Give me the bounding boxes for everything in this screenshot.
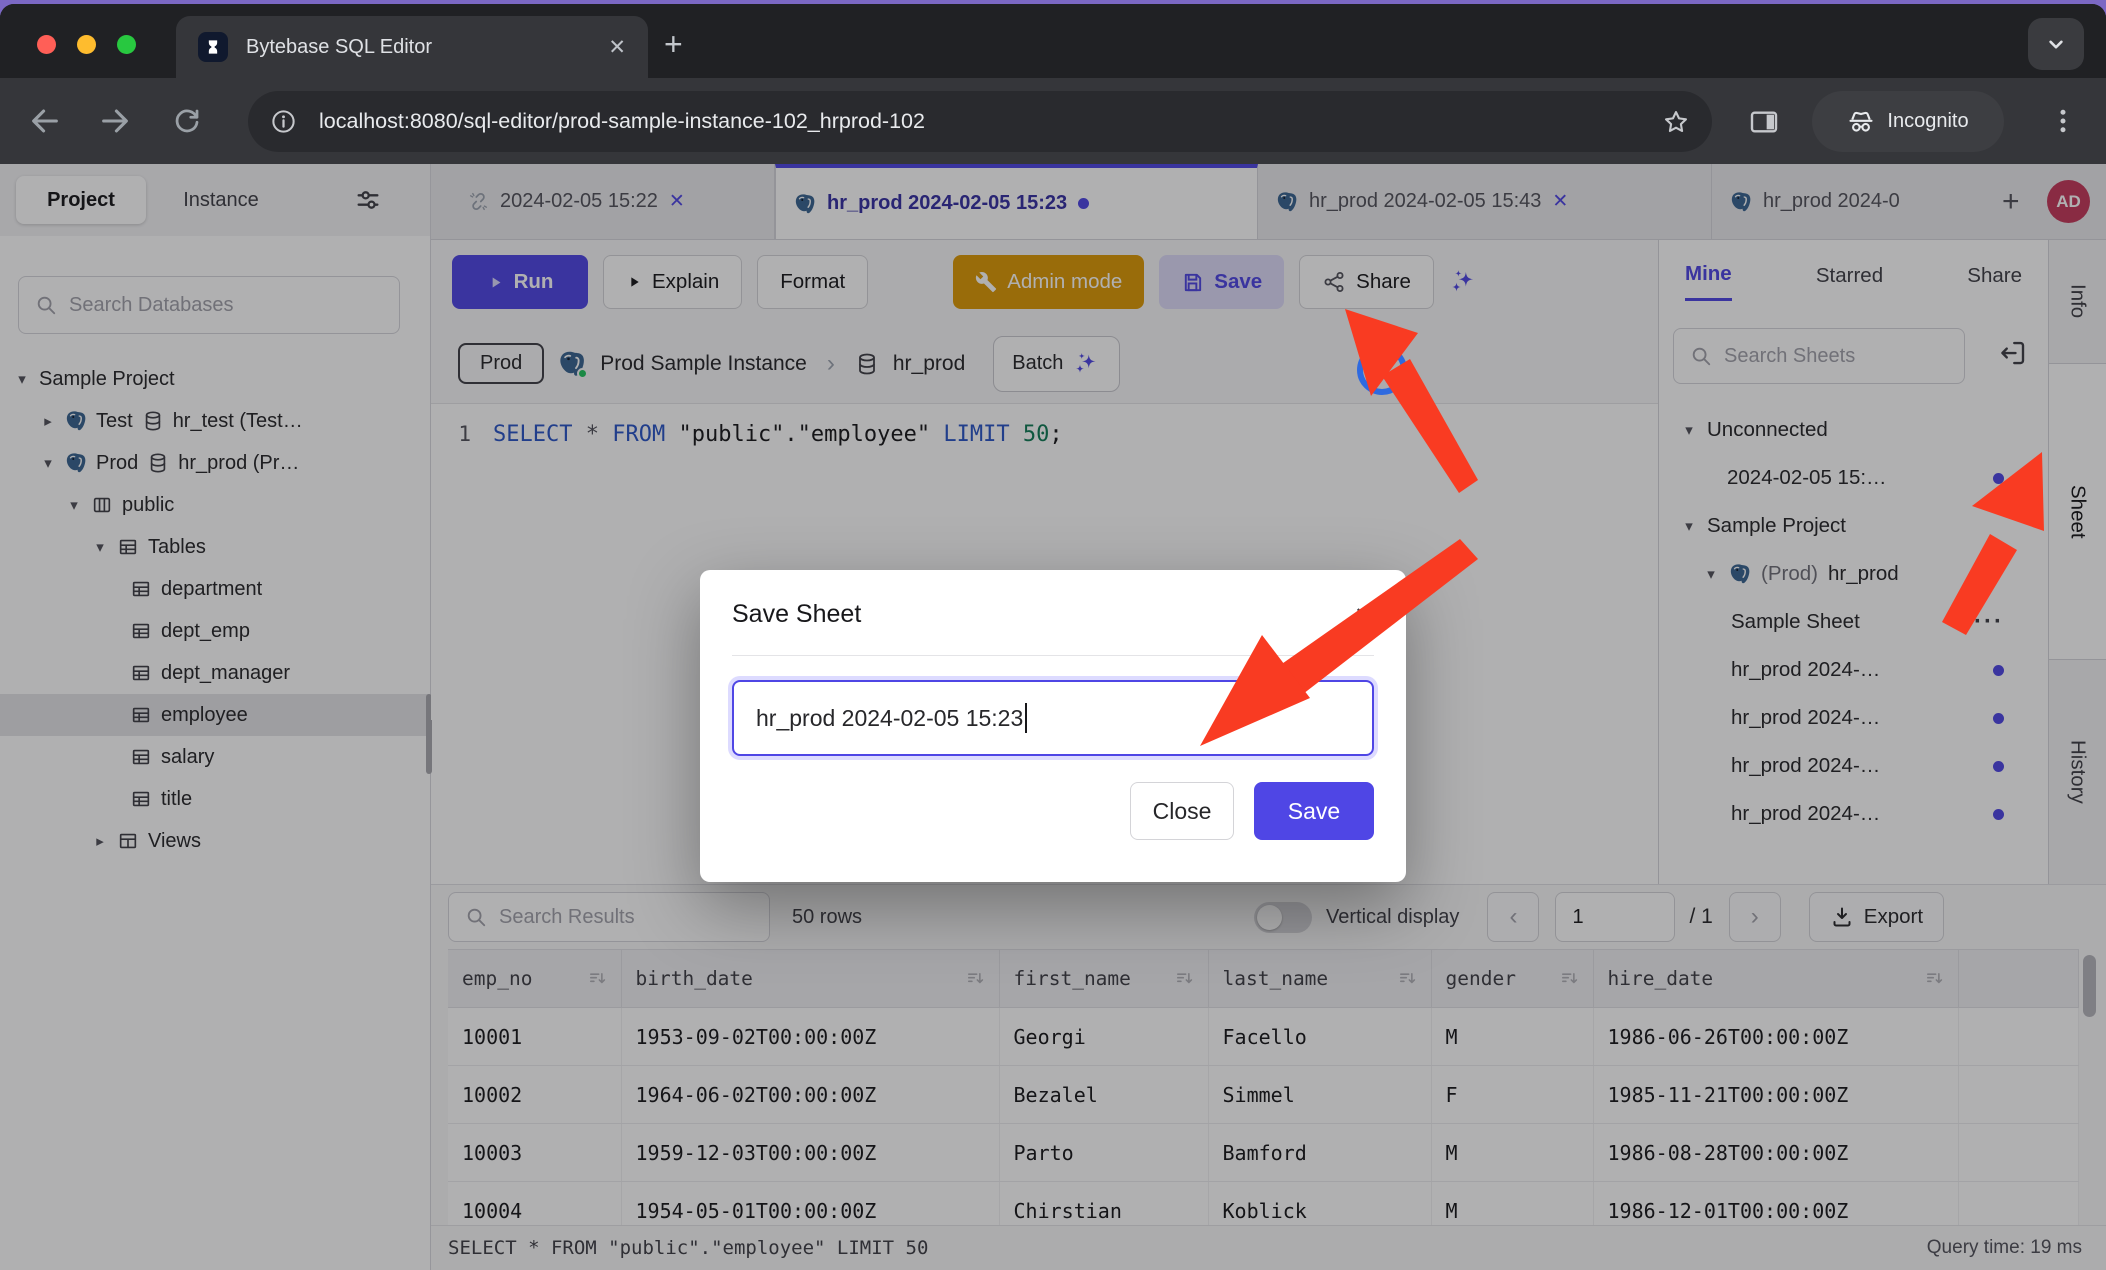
bytebase-favicon bbox=[198, 32, 228, 62]
dialog-close-icon[interactable]: ✕ bbox=[1354, 602, 1374, 631]
text-cursor bbox=[1025, 703, 1027, 733]
browser-navbar: localhost:8080/sql-editor/prod-sample-in… bbox=[0, 78, 2106, 164]
minimize-window-button[interactable] bbox=[77, 35, 96, 54]
incognito-label: Incognito bbox=[1887, 110, 1968, 133]
screen: Bytebase SQL Editor ✕ + localhost:8080/s… bbox=[0, 0, 2106, 1270]
forward-icon[interactable] bbox=[98, 104, 132, 138]
close-window-button[interactable] bbox=[37, 35, 56, 54]
incognito-icon bbox=[1847, 108, 1875, 136]
reload-icon[interactable] bbox=[172, 106, 202, 136]
new-tab-button[interactable]: + bbox=[664, 26, 683, 63]
browser-menu-icon[interactable] bbox=[2048, 106, 2078, 136]
close-tab-icon[interactable]: ✕ bbox=[608, 35, 626, 60]
dialog-actions: Close Save bbox=[732, 782, 1374, 840]
browser-tab[interactable]: Bytebase SQL Editor ✕ bbox=[176, 16, 648, 78]
dialog-close-button[interactable]: Close bbox=[1130, 782, 1234, 840]
bookmark-star-icon[interactable] bbox=[1662, 108, 1690, 136]
dialog-save-button[interactable]: Save bbox=[1254, 782, 1374, 840]
incognito-badge[interactable]: Incognito bbox=[1812, 91, 2004, 152]
address-bar[interactable]: localhost:8080/sql-editor/prod-sample-in… bbox=[248, 91, 1712, 152]
sheet-name-input[interactable]: hr_prod 2024-02-05 15:23 bbox=[732, 680, 1374, 756]
back-icon[interactable] bbox=[28, 104, 62, 138]
maximize-window-button[interactable] bbox=[117, 35, 136, 54]
save-sheet-dialog: Save Sheet ✕ hr_prod 2024-02-05 15:23 Cl… bbox=[700, 570, 1406, 882]
site-info-icon[interactable] bbox=[270, 108, 297, 135]
dialog-title: Save Sheet bbox=[732, 600, 1374, 629]
browser-tab-title: Bytebase SQL Editor bbox=[246, 36, 608, 59]
browser-tabbar: Bytebase SQL Editor ✕ + bbox=[0, 4, 2106, 78]
browser-window: Bytebase SQL Editor ✕ + localhost:8080/s… bbox=[0, 4, 2106, 1270]
dialog-divider bbox=[732, 655, 1374, 656]
tab-search-button[interactable] bbox=[2028, 18, 2084, 70]
url-text[interactable]: localhost:8080/sql-editor/prod-sample-in… bbox=[319, 109, 1662, 134]
side-panel-icon[interactable] bbox=[1748, 106, 1780, 138]
